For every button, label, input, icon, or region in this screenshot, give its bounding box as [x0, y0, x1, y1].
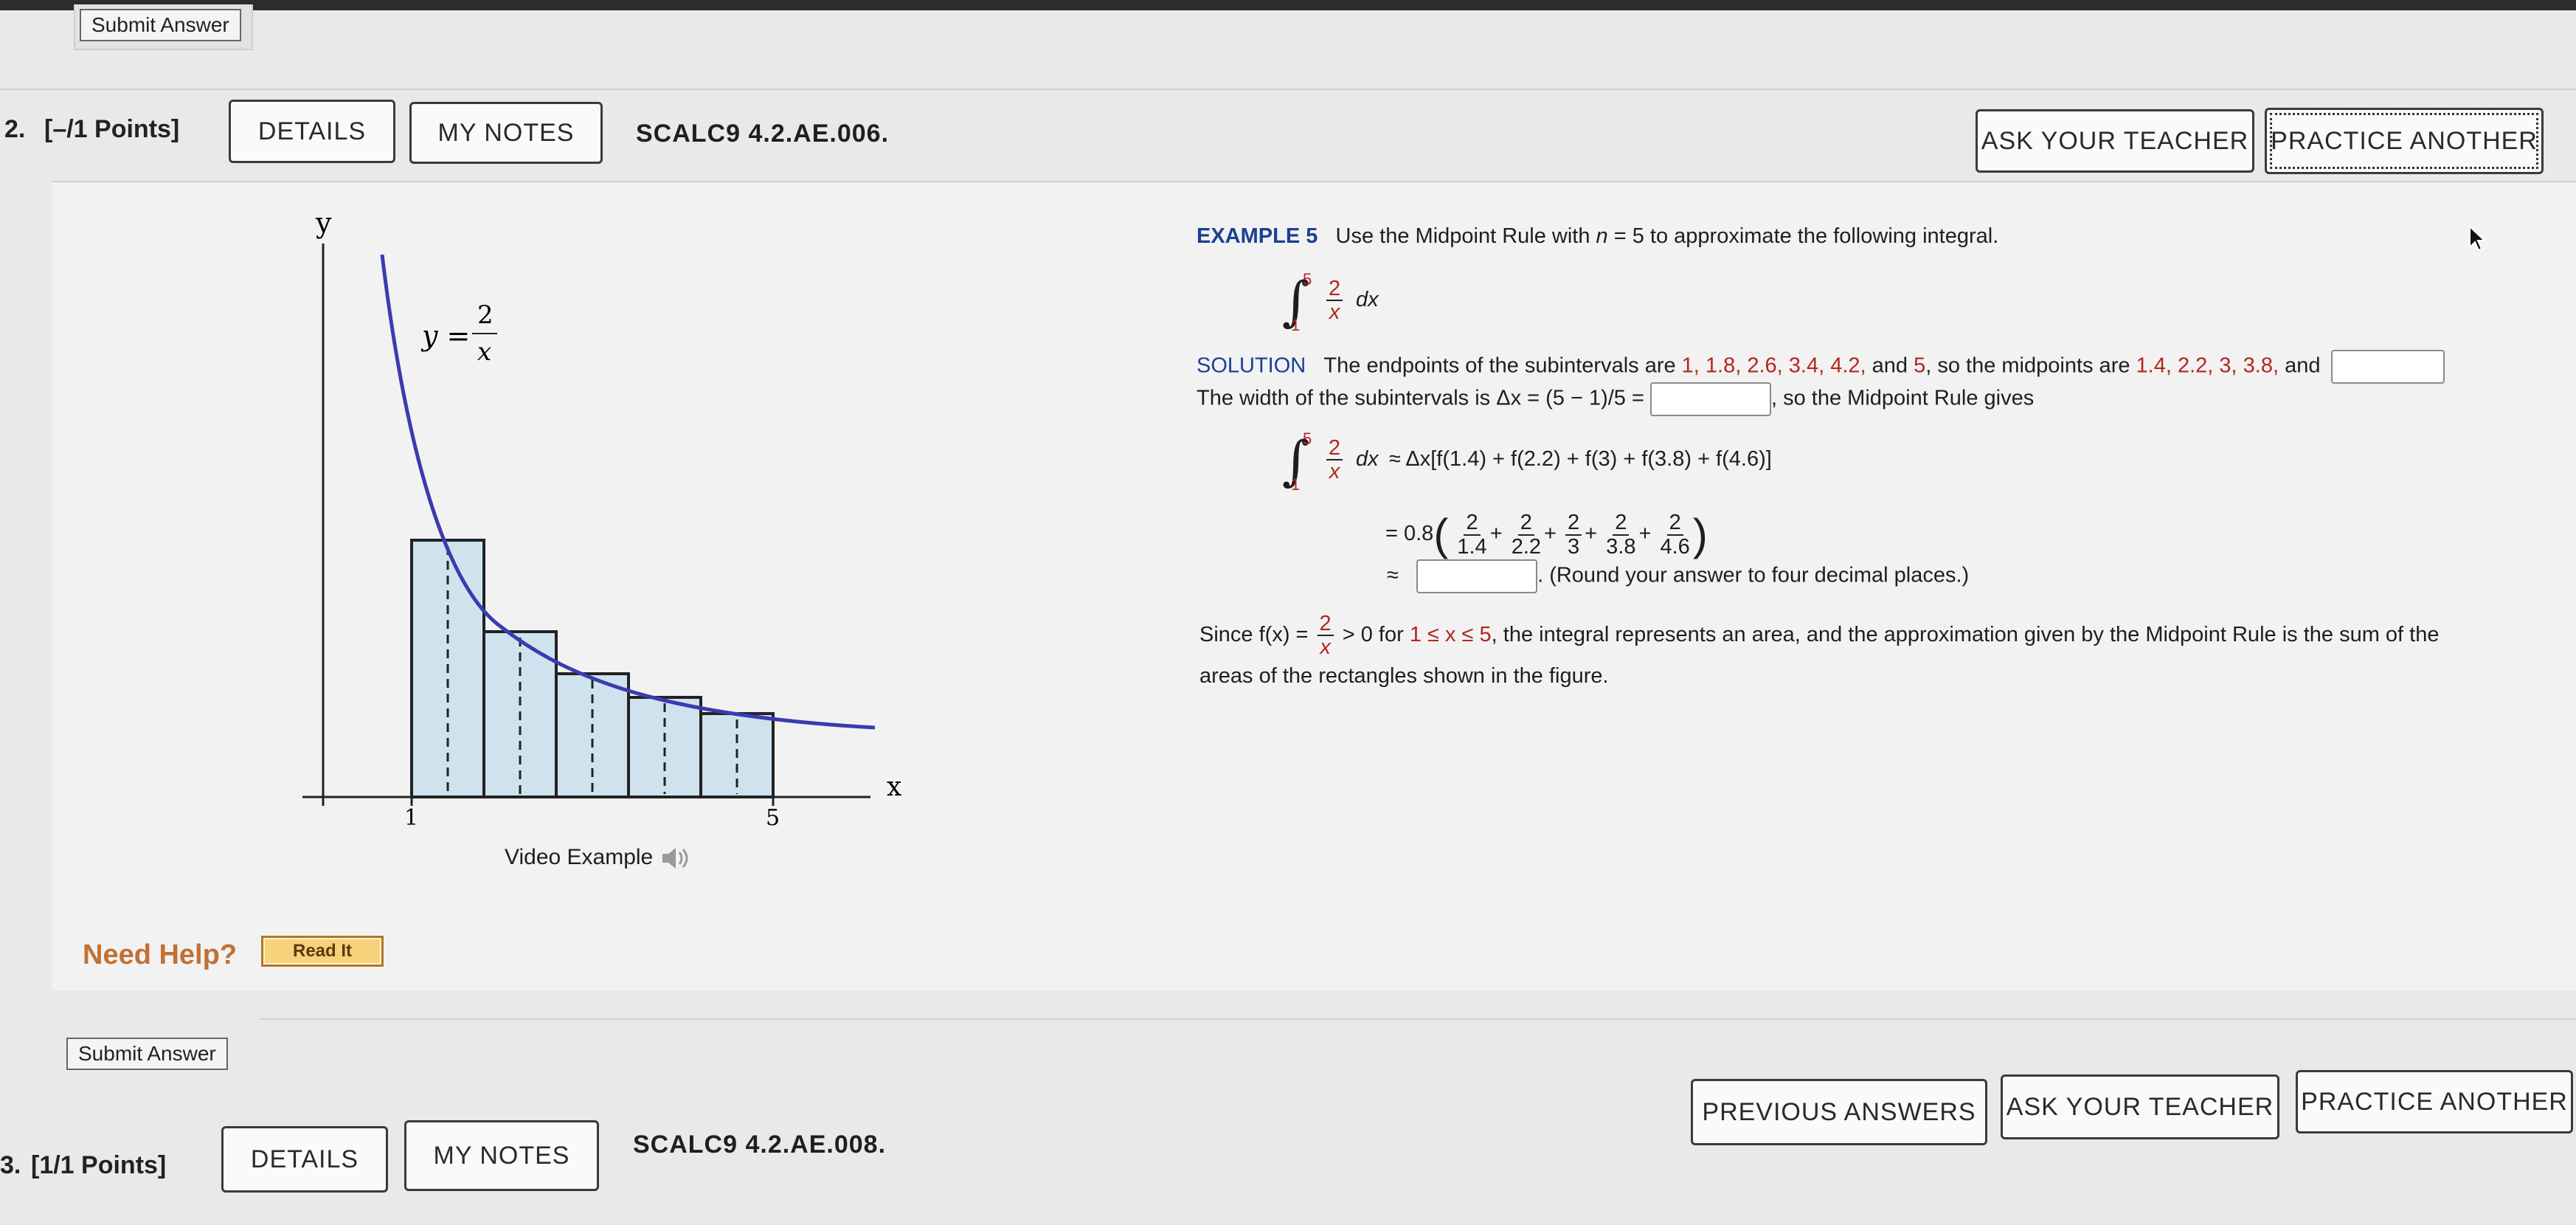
- submit-answer-button-top[interactable]: Submit Answer: [80, 9, 241, 41]
- since-line-1: Since f(x) = 2x > 0 for 1 ≤ x ≤ 5, the i…: [1199, 612, 2440, 660]
- midpoint-numeric-expression: = 0.8( 2 1.4 + 2 2.2 + 2 3 + 2 3.8 + 2 4.6): [1385, 510, 1708, 559]
- curve-label-den: x: [477, 337, 491, 367]
- read-it-button[interactable]: Read It: [261, 936, 384, 967]
- solution-line-2: The width of the subintervals is Δx = (5…: [1197, 382, 2034, 416]
- practice-another-button-q3[interactable]: PRACTICE ANOTHER: [2296, 1070, 2573, 1133]
- question-number: 2.: [4, 115, 26, 143]
- divider: [0, 89, 2576, 90]
- solution-line-1: SOLUTION The endpoints of the subinterva…: [1197, 350, 2445, 384]
- integral-statement: ∫ 5 1 2x dx: [1282, 270, 1444, 344]
- practice-another-button[interactable]: PRACTICE ANOTHER: [2265, 108, 2544, 174]
- window-top-edge: [0, 0, 2576, 10]
- mouse-cursor-icon: [2469, 225, 2486, 252]
- my-notes-button[interactable]: MY NOTES: [409, 102, 603, 164]
- midpoint-sum-expression: ≈ Δx[f(1.4) + f(2.2) + f(3) + f(3.8) + f…: [1389, 447, 1772, 471]
- question-number-3: 3.: [0, 1151, 21, 1179]
- curve-label-lhs: y =: [420, 320, 470, 352]
- problem-code-q3: SCALC9 4.2.AE.008.: [633, 1131, 887, 1159]
- ask-your-teacher-button[interactable]: ASK YOUR TEACHER: [1976, 109, 2254, 173]
- ask-your-teacher-button-q3[interactable]: ASK YOUR TEACHER: [2001, 1074, 2279, 1139]
- question-points-3: [1/1 Points]: [31, 1151, 167, 1179]
- last-midpoint-input[interactable]: [2330, 350, 2445, 384]
- my-notes-button-q3[interactable]: MY NOTES: [404, 1120, 599, 1191]
- approx-result-line: ≈ . (Round your answer to four decimal p…: [1387, 559, 1969, 593]
- since-line-2: areas of the rectangles shown in the fig…: [1199, 664, 1609, 688]
- rect-3: [555, 672, 630, 798]
- tick-label-5: 5: [766, 805, 780, 831]
- need-help-label: Need Help?: [83, 939, 238, 970]
- submit-answer-button[interactable]: Submit Answer: [66, 1038, 228, 1070]
- video-example-label: Video Example: [505, 845, 654, 869]
- problem-code: SCALC9 4.2.AE.006.: [636, 120, 890, 148]
- delta-x-input[interactable]: [1649, 382, 1771, 416]
- details-button[interactable]: DETAILS: [229, 100, 395, 163]
- integrand: 2x: [1326, 277, 1343, 324]
- question-points: [–/1 Points]: [44, 115, 180, 143]
- x-axis-label: x: [887, 772, 901, 802]
- tick-label-1: 1: [404, 805, 418, 831]
- solution-label: SOLUTION: [1197, 353, 1306, 378]
- video-example-link[interactable]: Video Example: [505, 845, 689, 872]
- example-intro: EXAMPLE 5 Use the Midpoint Rule with n =…: [1197, 224, 1999, 248]
- curve-label-num: 2: [477, 300, 494, 330]
- submit-area-top: Submit Answer: [74, 4, 253, 50]
- previous-answers-button[interactable]: PREVIOUS ANSWERS: [1691, 1079, 1987, 1145]
- speaker-icon: [662, 848, 688, 869]
- details-button-q3[interactable]: DETAILS: [221, 1126, 388, 1193]
- midpoint-approximation-input[interactable]: [1416, 559, 1538, 593]
- upper-limit: 5: [1303, 270, 1312, 289]
- divider: [260, 1018, 2576, 1020]
- y-axis-label: y: [315, 207, 332, 239]
- lower-limit: 1: [1291, 316, 1301, 334]
- dx: dx: [1356, 288, 1379, 311]
- midpoint-rule-graph: y x y = 2 x 1 5: [302, 207, 901, 831]
- example-label: EXAMPLE 5: [1197, 224, 1318, 248]
